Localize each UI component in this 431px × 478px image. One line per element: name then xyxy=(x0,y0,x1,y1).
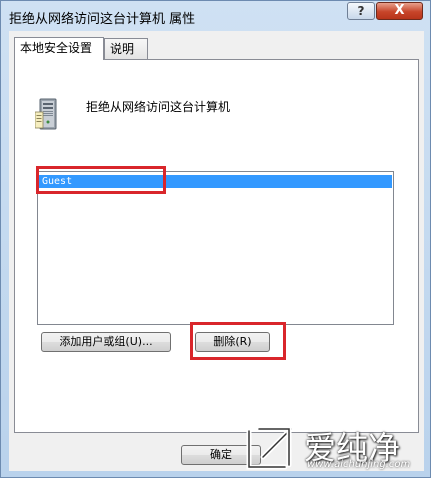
add-user-or-group-button[interactable]: 添加用户或组(U)... xyxy=(41,332,171,352)
help-button[interactable]: ? xyxy=(347,2,375,20)
remove-button[interactable]: 删除(R) xyxy=(195,332,270,352)
window-title: 拒绝从网络访问这台计算机 属性 xyxy=(9,12,196,27)
tab-panel: 拒绝从网络访问这台计算机 Guest 添加用户或组(U)... 删除(R) xyxy=(14,59,419,433)
dialog-client-area: 本地安全设置 说明 拒绝从网络访问这台计算机 Guest 添加用户或组(U)..… xyxy=(9,31,424,471)
list-item[interactable]: Guest xyxy=(39,175,392,188)
watermark: 爱纯净 www.aichunjing.com xyxy=(237,421,428,473)
policy-title: 拒绝从网络访问这台计算机 xyxy=(86,100,231,114)
properties-dialog: 拒绝从网络访问这台计算机 属性 ? X 本地安全设置 说明 拒绝从网络访问这台计… xyxy=(0,0,431,478)
watermark-url: www.aichunjing.com xyxy=(307,459,411,470)
brand-logo-icon xyxy=(246,426,294,470)
close-icon: X xyxy=(394,3,405,18)
tab-explain[interactable]: 说明 xyxy=(104,38,148,59)
user-group-listbox[interactable]: Guest xyxy=(37,171,394,325)
title-bar[interactable]: 拒绝从网络访问这台计算机 属性 ? X xyxy=(1,1,430,31)
tab-local-security-setting[interactable]: 本地安全设置 xyxy=(14,37,104,60)
close-button[interactable]: X xyxy=(376,2,423,20)
server-computer-icon xyxy=(35,98,57,130)
